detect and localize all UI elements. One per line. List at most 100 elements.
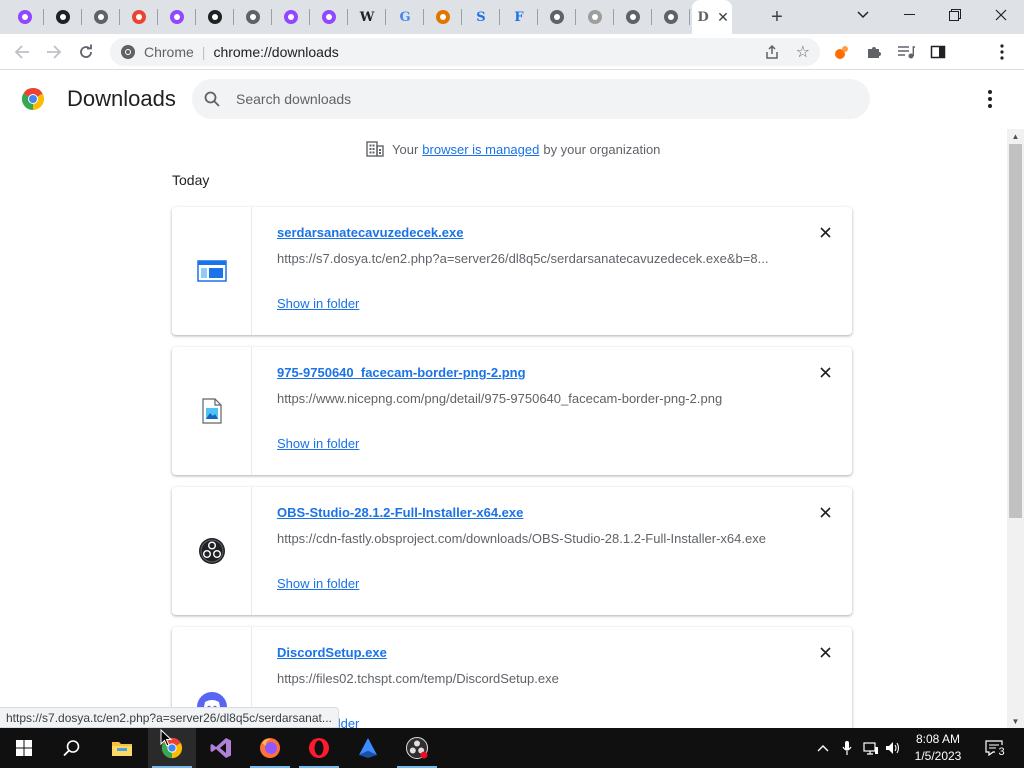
taskbar-app[interactable] (344, 728, 392, 768)
close-tab-icon[interactable]: ✕ (717, 9, 729, 26)
tab[interactable] (82, 0, 120, 34)
tab[interactable] (614, 0, 652, 34)
search-input[interactable] (236, 91, 836, 107)
tab[interactable]: W (348, 0, 386, 34)
tab-search-button[interactable] (840, 0, 886, 30)
link-status-bubble: https://s7.dosya.tc/en2.php?a=server26/d… (0, 707, 339, 728)
new-tab-button[interactable]: + (766, 6, 788, 28)
tab[interactable] (196, 0, 234, 34)
media-control-icon[interactable] (896, 42, 916, 62)
remove-button[interactable] (817, 224, 833, 240)
url-text[interactable]: chrome://downloads (213, 44, 338, 60)
obs-icon (198, 538, 225, 564)
managed-notice: Your browser is managed by your organiza… (366, 141, 660, 157)
file-name-link[interactable]: serdarsanatecavuzedecek.exe (277, 225, 463, 240)
extensions-puzzle-icon[interactable] (864, 42, 884, 62)
reload-icon (80, 44, 92, 58)
taskbar-obs[interactable] (393, 728, 441, 768)
taskbar-visual-studio[interactable] (197, 728, 245, 768)
managed-link[interactable]: browser is managed (422, 142, 539, 157)
extension-orange-icon[interactable] (832, 42, 852, 62)
download-item: 975-9750640_facecam-border-png-2.png htt… (172, 347, 852, 475)
page-scrollbar[interactable]: ▲ ▼ (1007, 129, 1024, 728)
chrome-menu-button[interactable] (992, 42, 1012, 62)
show-in-folder-link[interactable]: Show in folder (277, 436, 359, 451)
file-name-link[interactable]: DiscordSetup.exe (277, 645, 387, 660)
clock-time: 8:08 AM (915, 732, 961, 746)
page-title: Downloads (67, 86, 176, 111)
system-clock[interactable]: 8:08 AM 1/5/2023 (910, 731, 966, 765)
google-icon: G (399, 9, 411, 25)
file-url-link[interactable]: https://cdn-fastly.obsproject.com/downlo… (277, 531, 766, 546)
tab[interactable] (652, 0, 690, 34)
taskbar-chrome[interactable] (148, 728, 196, 768)
forward-button[interactable] (40, 38, 68, 66)
tab[interactable] (576, 0, 614, 34)
tab[interactable]: G (386, 0, 424, 34)
show-hidden-icons-chevron-icon[interactable] (814, 739, 832, 757)
file-url-link[interactable]: https://files02.tchspt.com/temp/DiscordS… (277, 671, 559, 686)
tab[interactable] (272, 0, 310, 34)
visual-studio-icon (210, 738, 231, 758)
tab[interactable] (120, 0, 158, 34)
file-name-link[interactable]: 975-9750640_facecam-border-png-2.png (277, 365, 526, 380)
minimize-button[interactable] (886, 0, 932, 30)
tab[interactable]: D ✕ (692, 0, 732, 34)
remove-button[interactable] (817, 504, 833, 520)
tab[interactable]: F (500, 0, 538, 34)
remove-button[interactable] (817, 644, 833, 660)
close-icon (819, 506, 831, 518)
show-in-folder-link[interactable]: Show in folder (277, 576, 359, 591)
download-item: serdarsanatecavuzedecek.exe https://s7.d… (172, 207, 852, 335)
tab[interactable] (424, 0, 462, 34)
close-window-button[interactable] (978, 0, 1024, 30)
taskbar-opera[interactable] (295, 728, 343, 768)
tab[interactable] (538, 0, 576, 34)
search-downloads-box[interactable] (192, 79, 870, 119)
chrome-icon (245, 9, 261, 25)
taskbar-file-explorer[interactable] (98, 728, 146, 768)
windows-taskbar: 8:08 AM 1/5/2023 3 (0, 728, 1024, 768)
remove-button[interactable] (817, 364, 833, 380)
file-url-link[interactable]: https://www.nicepng.com/png/detail/975-9… (277, 391, 722, 406)
action-center-button[interactable]: 3 (983, 739, 1008, 758)
volume-icon[interactable] (884, 739, 902, 757)
tab[interactable]: S (462, 0, 500, 34)
taskbar-firefox[interactable] (246, 728, 294, 768)
site-label: Chrome (144, 44, 194, 60)
microphone-icon[interactable] (838, 739, 856, 757)
search-icon (63, 740, 80, 757)
address-bar[interactable]: Chrome | chrome://downloads ☆ (110, 38, 820, 66)
twitch-icon (283, 9, 299, 25)
file-icon-column (172, 347, 252, 475)
file-name-link[interactable]: OBS-Studio-28.1.2-Full-Installer-x64.exe (277, 505, 523, 520)
show-in-folder-link[interactable]: Show in folder (277, 296, 359, 311)
taskbar-search-button[interactable] (48, 728, 96, 768)
network-icon[interactable] (862, 739, 880, 757)
reload-button[interactable] (72, 38, 100, 66)
restore-button[interactable] (932, 0, 978, 30)
tab[interactable] (44, 0, 82, 34)
share-icon[interactable] (764, 44, 780, 60)
clock-date: 1/5/2023 (914, 749, 962, 763)
tab[interactable] (6, 0, 44, 34)
opera-icon (309, 738, 329, 758)
tab[interactable] (158, 0, 196, 34)
file-explorer-icon (112, 742, 132, 756)
dot (988, 97, 992, 101)
downloads-page: Downloads Your browser is managed by you… (0, 71, 1024, 728)
restore-icon (949, 9, 961, 21)
scroll-up-arrow-icon[interactable]: ▲ (1007, 129, 1024, 143)
scroll-thumb[interactable] (1009, 144, 1022, 518)
bookmark-star-icon[interactable]: ☆ (796, 42, 810, 62)
dot (988, 90, 992, 94)
back-button[interactable] (8, 38, 36, 66)
start-button[interactable] (0, 728, 48, 768)
file-url-link[interactable]: https://s7.dosya.tc/en2.php?a=server26/d… (277, 251, 768, 266)
scroll-down-arrow-icon[interactable]: ▼ (1007, 714, 1024, 728)
tab[interactable] (310, 0, 348, 34)
more-actions-button[interactable] (980, 87, 1000, 111)
tab[interactable] (234, 0, 272, 34)
side-panel-icon[interactable] (928, 42, 948, 62)
managed-prefix: Your (392, 141, 419, 157)
